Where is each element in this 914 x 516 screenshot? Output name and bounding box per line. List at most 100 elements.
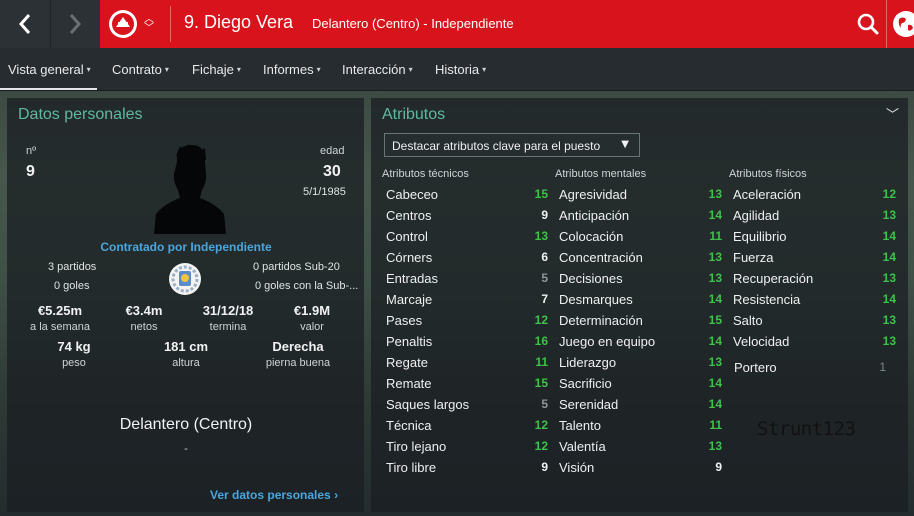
number-label: nº xyxy=(26,145,37,157)
player-position-club: Delantero (Centro) - Independiente xyxy=(312,16,514,31)
attribute-name: Valentía xyxy=(559,439,606,454)
attribute-name: Recuperación xyxy=(733,271,814,286)
attribute-value: 11 xyxy=(535,355,548,369)
attribute-value: 14 xyxy=(708,334,722,348)
physical-header: Atributos físicos xyxy=(729,168,807,180)
attribute-row: Regate 11 xyxy=(386,353,548,374)
attribute-name: Control xyxy=(386,229,428,244)
attribute-row: Decisiones 13 xyxy=(559,269,722,290)
tab-historia[interactable]: Historia ▾ xyxy=(435,62,486,77)
u20-goals: 0 goles con la Sub-... xyxy=(255,280,359,292)
attribute-row: Córners 6 xyxy=(386,248,548,269)
attribute-name: Agresividad xyxy=(559,187,627,202)
attribute-name: Técnica xyxy=(386,418,432,433)
goals-count: 0 goles xyxy=(54,280,90,292)
attribute-value: 14 xyxy=(882,292,896,306)
attribute-value: 13 xyxy=(882,313,896,327)
contract-end-value: 31/12/18 xyxy=(202,303,254,318)
age-label: edad xyxy=(320,145,345,157)
attribute-value: 5 xyxy=(541,397,548,411)
attribute-name: Penaltis xyxy=(386,334,433,349)
attribute-value: 1 xyxy=(879,360,886,374)
attribute-row: Visión 9 xyxy=(559,458,722,479)
attribute-value: 9 xyxy=(541,460,548,474)
attribute-row: Anticipación 14 xyxy=(559,206,722,227)
attribute-name: Visión xyxy=(559,460,595,475)
attribute-row: Velocidad 13 xyxy=(733,332,896,353)
attribute-value: 13 xyxy=(708,250,722,264)
player-silhouette-icon xyxy=(154,144,226,234)
attribute-value: 7 xyxy=(541,292,548,306)
market-value-label: valor xyxy=(300,321,324,333)
attribute-value: 6 xyxy=(541,250,548,264)
club-selector[interactable]: ︿ ﹀ xyxy=(108,8,166,40)
attribute-value: 16 xyxy=(534,334,548,348)
position-title: Delantero (Centro) xyxy=(119,416,253,433)
attribute-name: Sacrificio xyxy=(559,376,612,391)
tab-contrato[interactable]: Contrato ▾ xyxy=(112,62,169,77)
date-of-birth: 5/1/1985 xyxy=(303,186,346,198)
attribute-name: Liderazgo xyxy=(559,355,617,370)
technical-header: Atributos técnicos xyxy=(382,168,469,180)
attribute-name: Entradas xyxy=(386,271,439,286)
contract-status-link[interactable]: Contratado por Independiente xyxy=(100,240,272,254)
age-value: 30 xyxy=(323,163,341,180)
attribute-row: Agilidad 13 xyxy=(733,206,896,227)
attribute-row: Valentía 13 xyxy=(559,437,722,458)
attribute-value: 15 xyxy=(534,187,548,201)
attribute-name: Concentración xyxy=(559,250,643,265)
attribute-row: Recuperación 13 xyxy=(733,269,896,290)
height-value: 181 cm xyxy=(163,339,209,354)
view-personal-data-link[interactable]: Ver datos personales › xyxy=(210,488,338,502)
weight-label: peso xyxy=(62,357,86,369)
globe-icon[interactable] xyxy=(893,11,914,37)
attribute-value: 13 xyxy=(882,208,896,222)
attribute-row: Centros 9 xyxy=(386,206,548,227)
collapse-chevron-icon[interactable]: ﹀ xyxy=(886,104,899,123)
attribute-name: Saques largos xyxy=(386,397,470,412)
wage-label: a la semana xyxy=(30,321,90,333)
attribute-row: Fuerza 14 xyxy=(733,248,896,269)
tab-informes[interactable]: Informes ▾ xyxy=(263,62,321,77)
attribute-name: Córners xyxy=(386,250,433,265)
attribute-value: 13 xyxy=(882,334,896,348)
attribute-row: Aceleración 12 xyxy=(733,185,896,206)
back-button[interactable] xyxy=(0,0,50,48)
club-crest-icon xyxy=(109,10,137,38)
attribute-name: Desmarques xyxy=(559,292,633,307)
contract-end-label: termina xyxy=(209,321,247,333)
attribute-name: Pases xyxy=(386,313,423,328)
attribute-name: Determinación xyxy=(559,313,643,328)
tab-interaccion[interactable]: Interacción ▾ xyxy=(342,62,413,77)
attribute-name: Remate xyxy=(386,376,432,391)
attribute-value: 14 xyxy=(708,376,722,390)
net-wage-value: €3.4m xyxy=(125,303,163,318)
search-icon[interactable] xyxy=(856,12,880,36)
attribute-name: Equilibrio xyxy=(733,229,787,244)
club-switch-icon[interactable]: ︿ ﹀ xyxy=(144,15,154,34)
tab-fichaje[interactable]: Fichaje ▾ xyxy=(192,62,241,77)
attribute-value: 14 xyxy=(708,208,722,222)
attribute-name: Talento xyxy=(559,418,601,433)
attribute-row: Penaltis 16 xyxy=(386,332,548,353)
chevron-right-icon xyxy=(69,14,82,34)
preferred-foot-label: pierna buena xyxy=(265,357,331,369)
forward-button[interactable] xyxy=(50,0,100,48)
attribute-value: 13 xyxy=(708,439,722,453)
highlight-attributes-dropdown[interactable]: Destacar atributos clave para el puesto ▼ xyxy=(384,133,640,157)
attribute-row: Sacrificio 14 xyxy=(559,374,722,395)
attribute-value: 13 xyxy=(708,271,722,285)
tab-vista-general[interactable]: Vista general ▾ xyxy=(0,62,97,90)
attribute-row: Juego en equipo 14 xyxy=(559,332,722,353)
attribute-value: 9 xyxy=(541,208,548,222)
attribute-name: Velocidad xyxy=(733,334,790,349)
attribute-value: 11 xyxy=(709,418,722,432)
attribute-row: Talento 11 xyxy=(559,416,722,437)
player-name: 9. Diego Vera xyxy=(184,12,294,32)
attribute-value: 12 xyxy=(534,313,548,327)
attribute-row: Salto 13 xyxy=(733,311,896,332)
header-divider xyxy=(170,6,171,42)
attribute-value: 15 xyxy=(708,313,722,327)
attribute-row: Marcaje 7 xyxy=(386,290,548,311)
attribute-name: Agilidad xyxy=(733,208,780,223)
